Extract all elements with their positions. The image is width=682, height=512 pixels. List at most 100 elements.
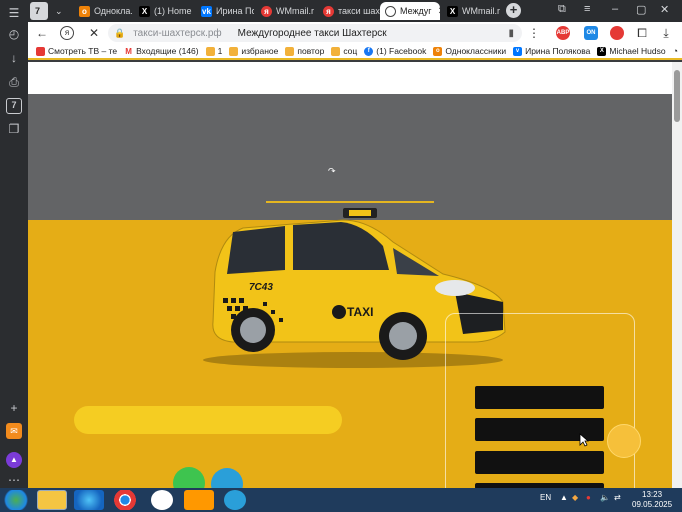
bookmark-more-icon[interactable]: ◔	[673, 46, 678, 56]
more-icon[interactable]: ⋯	[6, 472, 22, 488]
menu-icon[interactable]: ☰	[6, 5, 22, 21]
lock-icon: 🔒	[114, 27, 126, 38]
ok-icon: о	[433, 46, 443, 56]
extension-red-icon[interactable]	[610, 26, 624, 40]
back-button[interactable]: ←	[34, 25, 50, 41]
clock-date: 09.05.2025	[632, 500, 673, 509]
tab-taxi-search[interactable]: я такси шах	[318, 2, 380, 20]
taskbar-clock[interactable]: 13:23 09.05.2025	[632, 490, 672, 510]
download-icon[interactable]: ⤓	[658, 25, 674, 41]
bookmark-folder-repeat[interactable]: повтор	[285, 46, 324, 56]
page-viewport: ↷ 7C43 TAXI	[28, 62, 672, 488]
form-field-1[interactable]	[475, 386, 604, 409]
bookmark-label: избраное	[241, 46, 279, 56]
tv-icon	[36, 46, 45, 56]
yandex-icon: я	[261, 5, 272, 17]
video-player-icon[interactable]	[184, 490, 214, 510]
page-title: Междугороднее такси Шахтерск	[237, 27, 387, 39]
tab-wmmail[interactable]: я WMmail.r	[256, 2, 316, 20]
tab-count-badge[interactable]: 7	[6, 98, 22, 114]
tab-label: WMmail.r	[462, 6, 500, 16]
mouse-cursor-icon	[579, 433, 589, 447]
tab-x-home[interactable]: X (1) Home	[134, 2, 196, 20]
vk-icon: vk	[201, 5, 212, 17]
bookmark-label: Входящие (146)	[136, 46, 199, 56]
telegram-taskbar-icon[interactable]	[224, 490, 246, 510]
tab-active-taxi[interactable]: Междуг ✕	[380, 2, 440, 20]
clock-time: 13:23	[642, 490, 663, 499]
facebook-icon: f	[364, 46, 374, 56]
adblock-icon[interactable]: ABP	[556, 26, 570, 40]
yandex-browser-icon[interactable]	[151, 490, 173, 510]
phone-input-pill[interactable]	[74, 406, 342, 434]
network-icon[interactable]: ⇄	[614, 493, 621, 502]
tab-label: Междуг	[400, 6, 432, 16]
chrome-icon[interactable]	[110, 490, 140, 510]
tab-label: (1) Home	[154, 6, 192, 16]
yandex-icon: я	[323, 5, 334, 17]
tab-count[interactable]: 7	[30, 2, 48, 20]
maximize-icon[interactable]: ▢	[636, 3, 646, 16]
new-tab-button[interactable]: +	[506, 3, 521, 18]
form-field-3[interactable]	[475, 451, 604, 474]
extension-blue-icon[interactable]: ON	[584, 26, 598, 40]
bookmark-folder-social[interactable]: соц	[331, 46, 357, 56]
tab-odnoklassniki[interactable]: о Однокла...	[74, 2, 132, 20]
collections-icon[interactable]: ❐	[6, 121, 22, 137]
bookmark-odnoklassniki[interactable]: о Одноклассники	[433, 46, 506, 56]
tray-shield-icon[interactable]: ●	[586, 493, 591, 502]
close-tab-icon[interactable]: ✕	[438, 6, 440, 17]
bookmark-folder-1[interactable]: 1	[205, 46, 223, 56]
downloads-icon[interactable]: ↓	[6, 50, 22, 66]
tab-label: такси шах	[338, 6, 380, 16]
browser-menu-icon[interactable]: ≡	[584, 3, 590, 15]
folder-icon	[205, 46, 215, 56]
bookmark-label: 1	[217, 46, 223, 56]
callback-circle-button[interactable]	[607, 424, 641, 458]
tab-dropdown[interactable]: ⌄	[50, 2, 66, 20]
tray-arrow-icon[interactable]: ▲	[560, 493, 568, 502]
tab-count-label: 7	[35, 6, 41, 16]
bookmark-tv[interactable]: Смотреть ТВ – те	[36, 46, 117, 56]
bookmarks-bar: Смотреть ТВ – те M Входящие (146) 1 избр…	[28, 44, 682, 60]
gmail-icon: M	[124, 46, 134, 56]
extensions-icon[interactable]: ⧠	[634, 25, 650, 41]
stop-loading-button[interactable]: ✕	[86, 25, 102, 41]
mail-icon[interactable]: ✉	[6, 423, 22, 439]
screenshot-icon[interactable]: ⎙	[6, 74, 22, 90]
explorer-icon[interactable]	[37, 490, 67, 510]
alice-icon[interactable]: ▲	[6, 452, 22, 468]
bookmark-facebook[interactable]: f (1) Facebook	[364, 46, 426, 56]
volume-icon[interactable]: 🔈	[600, 493, 610, 502]
bookmark-folder-favorites[interactable]: избраное	[229, 46, 278, 56]
address-bar[interactable]: 🔒 такси-шахтерск.рф Междугороднее такси …	[108, 24, 522, 42]
browser-sidebar: ☰ ◴ ↓ ⎙ 7 ❐ + ✉ ▲ ⋯	[0, 0, 28, 488]
tray-app-icon[interactable]: ◆	[572, 493, 578, 502]
bookmark-x[interactable]: X Michael Hudso	[597, 46, 666, 56]
history-icon[interactable]: ◴	[6, 26, 22, 42]
taxi-number-text: 7C43	[249, 282, 273, 293]
language-indicator[interactable]: EN	[540, 493, 551, 502]
tabs-overview-icon[interactable]: ⧉	[558, 3, 566, 16]
media-player-icon[interactable]	[74, 490, 104, 510]
tab-vk[interactable]: vk Ирина По	[196, 2, 254, 20]
x-icon: X	[139, 5, 150, 17]
tab-label: WMmail.r	[276, 6, 314, 16]
more-options-icon[interactable]: ⋮	[526, 25, 542, 41]
folder-icon	[229, 46, 239, 56]
bookmark-label: Ирина Полякова	[525, 46, 591, 56]
bookmark-label: Michael Hudso	[609, 46, 666, 56]
start-button[interactable]	[2, 490, 30, 510]
bookmark-gmail[interactable]: M Входящие (146)	[124, 46, 199, 56]
yandex-protect-icon[interactable]: я	[60, 26, 74, 40]
bookmark-vk[interactable]: v Ирина Полякова	[513, 46, 590, 56]
bookmark-icon[interactable]: ▮	[508, 28, 514, 39]
scrollbar-thumb[interactable]	[674, 70, 680, 122]
add-panel-icon[interactable]: +	[6, 400, 22, 416]
tab-label: Однокла...	[94, 6, 132, 16]
tab-wmmail-2[interactable]: X WMmail.r	[442, 2, 504, 20]
page-scrollbar[interactable]	[672, 62, 682, 488]
page-icon	[385, 5, 396, 17]
minimize-icon[interactable]: –	[612, 3, 618, 15]
close-window-icon[interactable]: ✕	[660, 3, 669, 16]
